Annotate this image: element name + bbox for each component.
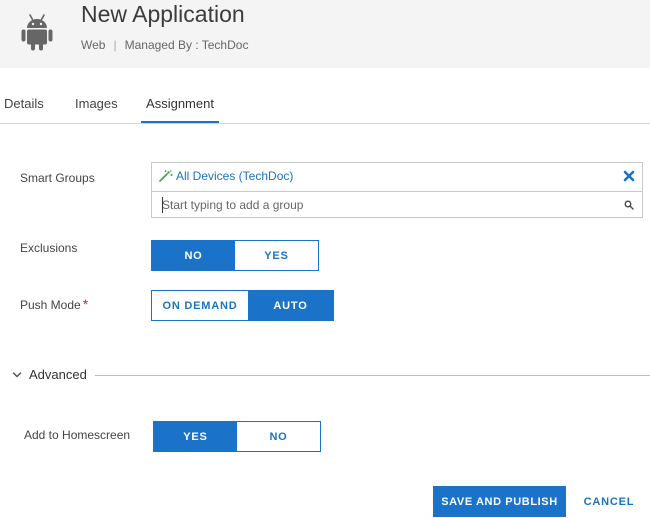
exclusions-no-option[interactable]: NO: [152, 241, 235, 270]
search-icon: [624, 200, 634, 210]
smart-group-chip: All Devices (TechDoc): [159, 169, 293, 183]
smart-groups-field: All Devices (TechDoc): [151, 162, 643, 218]
push-mode-auto-option[interactable]: AUTO: [248, 291, 333, 320]
push-mode-label: Push Mode *: [20, 296, 88, 312]
homescreen-no-option[interactable]: NO: [237, 422, 320, 451]
managed-by-label: Managed By : TechDoc: [124, 38, 249, 52]
exclusions-label: Exclusions: [20, 241, 78, 255]
smart-groups-label: Smart Groups: [20, 171, 95, 185]
tab-images[interactable]: Images: [75, 85, 118, 123]
app-meta: Web | Managed By : TechDoc: [81, 38, 248, 52]
advanced-label: Advanced: [29, 367, 87, 382]
smart-group-search-input[interactable]: [162, 196, 612, 214]
smart-group-search-row: [152, 191, 642, 219]
required-marker: *: [82, 296, 89, 312]
save-and-publish-button[interactable]: SAVE AND PUBLISH: [433, 486, 566, 517]
exclusions-yes-option[interactable]: YES: [235, 241, 318, 270]
tab-bar: Details Images Assignment: [0, 85, 650, 124]
push-mode-toggle: ON DEMAND AUTO: [151, 290, 334, 321]
advanced-divider: [95, 375, 650, 376]
smart-group-icon: [159, 170, 173, 182]
push-mode-on-demand-option[interactable]: ON DEMAND: [152, 291, 248, 320]
add-to-homescreen-label: Add to Homescreen: [24, 428, 131, 442]
cancel-button[interactable]: CANCEL: [576, 486, 642, 517]
text-cursor: [162, 197, 163, 213]
page-title: New Application: [81, 1, 245, 27]
add-to-homescreen-toggle: YES NO: [153, 421, 321, 452]
tab-details[interactable]: Details: [4, 85, 44, 123]
app-header: New Application Web | Managed By : TechDoc: [0, 0, 650, 68]
homescreen-yes-option[interactable]: YES: [154, 422, 237, 451]
exclusions-toggle: NO YES: [151, 240, 319, 271]
platform-label: Web: [81, 38, 106, 52]
android-icon: [21, 14, 53, 51]
advanced-section-header[interactable]: Advanced: [12, 366, 650, 386]
chevron-down-icon: [12, 372, 22, 378]
tab-assignment[interactable]: Assignment: [141, 85, 219, 123]
remove-group-icon[interactable]: [623, 170, 635, 182]
smart-group-chip-label: All Devices (TechDoc): [176, 169, 294, 183]
meta-separator: |: [113, 38, 117, 52]
push-mode-label-text: Push Mode: [20, 298, 81, 312]
